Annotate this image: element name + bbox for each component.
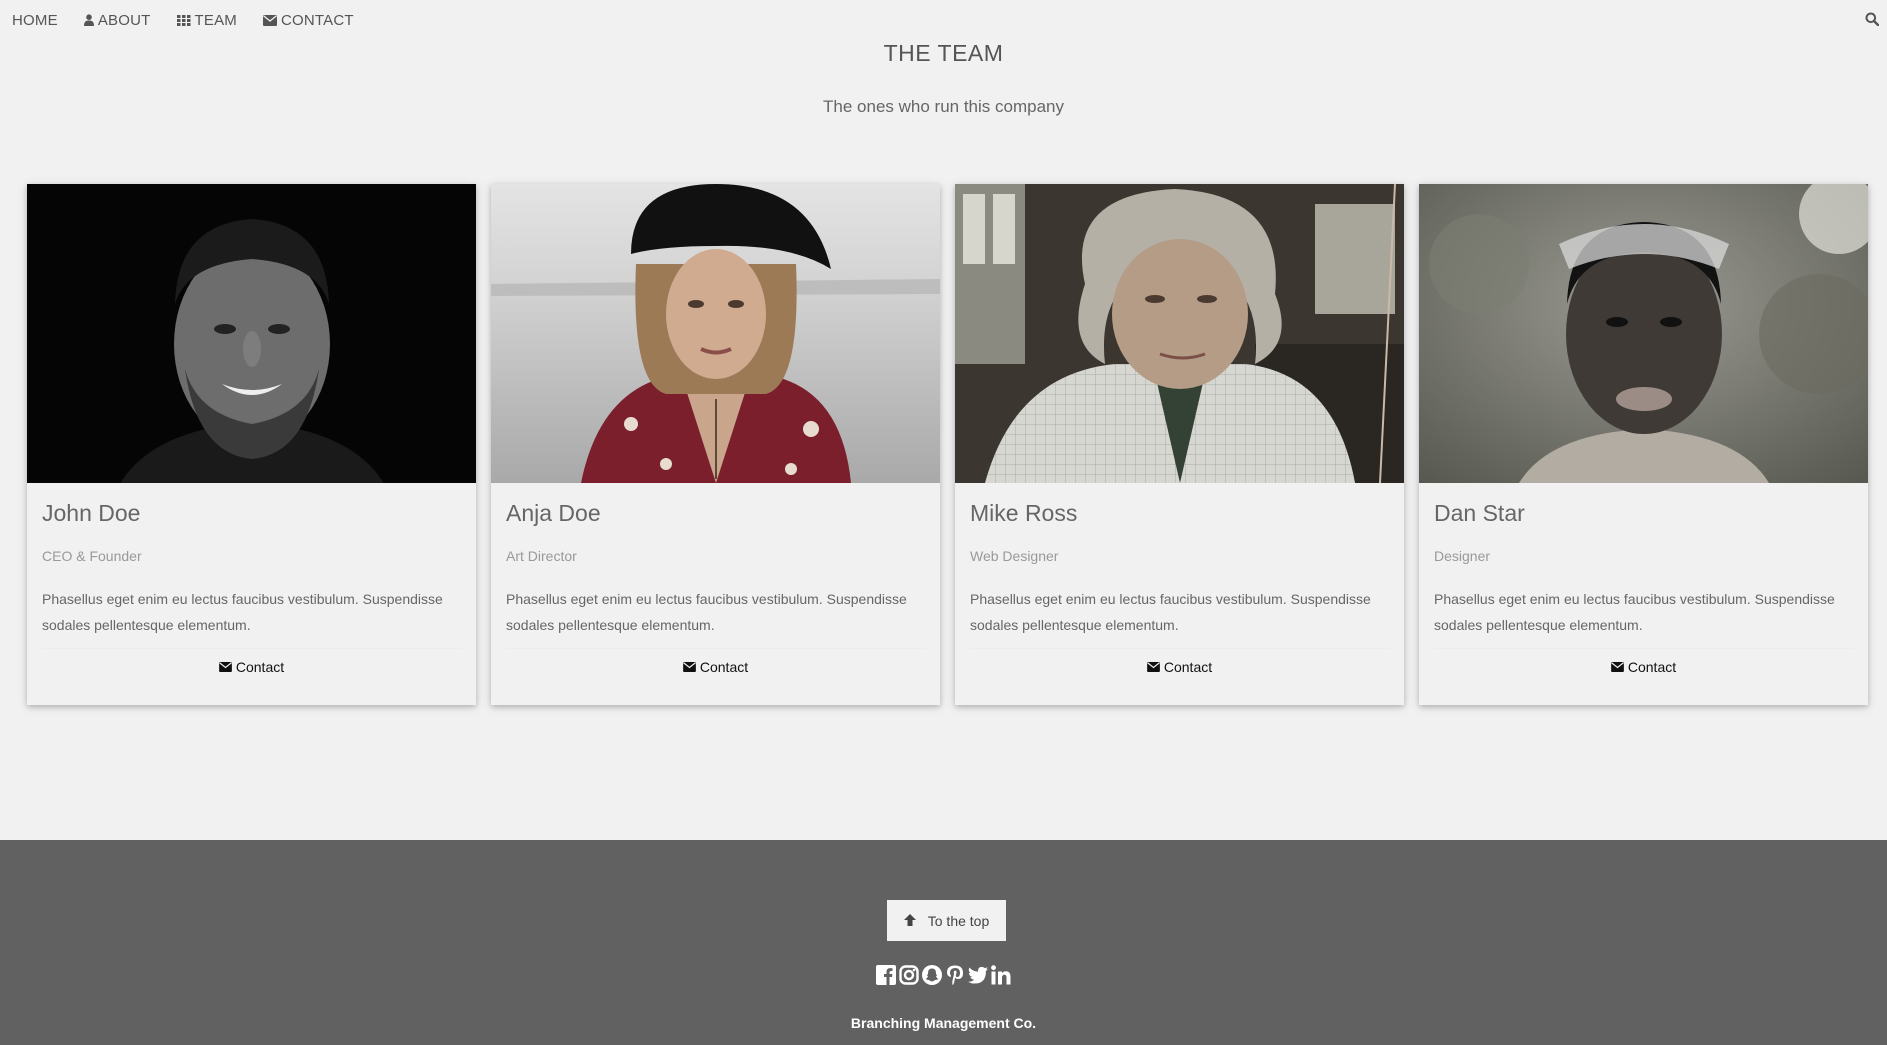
social-links — [0, 964, 1887, 986]
contact-button[interactable]: Contact — [970, 648, 1389, 684]
member-role: Designer — [1434, 548, 1491, 564]
user-icon — [83, 14, 94, 26]
team-member-photo — [27, 184, 476, 483]
pinterest-icon[interactable] — [945, 964, 965, 986]
team-card: Mike Ross Web Designer Phasellus eget en… — [955, 184, 1404, 705]
grid-icon — [176, 14, 191, 26]
member-name: Anja Doe — [506, 500, 601, 526]
instagram-icon[interactable] — [899, 964, 919, 986]
member-name: Mike Ross — [970, 500, 1078, 526]
team-cards: John Doe CEO & Founder Phasellus eget en… — [27, 184, 1868, 705]
nav-team[interactable]: TEAM — [165, 0, 251, 40]
nav-contact[interactable]: CONTACT — [251, 0, 368, 40]
team-card: Anja Doe Art Director Phasellus eget eni… — [491, 184, 940, 705]
linkedin-icon[interactable] — [991, 964, 1011, 986]
facebook-icon[interactable] — [876, 964, 896, 986]
team-card: John Doe CEO & Founder Phasellus eget en… — [27, 184, 476, 705]
member-description: Phasellus eget enim eu lectus faucibus v… — [42, 591, 443, 633]
envelope-icon — [219, 659, 232, 675]
member-role: Web Designer — [970, 548, 1059, 564]
nav-home[interactable]: HOME — [0, 0, 72, 40]
to-the-top-label: To the top — [927, 912, 990, 929]
envelope-icon — [262, 14, 277, 26]
contact-button-label: Contact — [699, 658, 749, 675]
member-description: Phasellus eget enim eu lectus faucibus v… — [506, 591, 907, 633]
member-name: John Doe — [42, 500, 141, 526]
footer: To the top Branching Management Co. — [0, 840, 1887, 1045]
member-description: Phasellus eget enim eu lectus faucibus v… — [970, 591, 1371, 633]
member-role: CEO & Founder — [42, 548, 142, 564]
contact-button-label: Contact — [235, 658, 285, 675]
team-member-photo — [1419, 184, 1868, 483]
nav-contact-label: CONTACT — [280, 11, 354, 29]
team-card: Dan Star Designer Phasellus eget enim eu… — [1419, 184, 1868, 705]
top-navigation: HOME ABOUT TEAM CONTACT — [0, 0, 1887, 40]
to-the-top-button[interactable]: To the top — [887, 900, 1006, 941]
contact-button[interactable]: Contact — [1434, 648, 1853, 684]
page-subtitle: The ones who run this company — [823, 97, 1064, 116]
company-name: Branching Management Co. — [850, 1015, 1037, 1031]
nav-about-label: ABOUT — [97, 11, 151, 29]
arrow-up-icon — [903, 913, 916, 929]
snapchat-icon[interactable] — [922, 964, 942, 986]
nav-team-label: TEAM — [194, 11, 237, 29]
member-description: Phasellus eget enim eu lectus faucibus v… — [1434, 591, 1835, 633]
envelope-icon — [683, 659, 696, 675]
envelope-icon — [1611, 659, 1624, 675]
member-name: Dan Star — [1434, 500, 1525, 526]
contact-button[interactable]: Contact — [42, 648, 461, 684]
twitter-icon[interactable] — [968, 964, 988, 986]
nav-about[interactable]: ABOUT — [72, 0, 165, 40]
contact-button[interactable]: Contact — [506, 648, 925, 684]
team-member-photo — [491, 184, 940, 483]
page-title: THE TEAM — [883, 40, 1004, 66]
team-member-photo — [955, 184, 1404, 483]
contact-button-label: Contact — [1163, 658, 1213, 675]
nav-home-label: HOME — [12, 11, 58, 29]
contact-button-label: Contact — [1627, 658, 1677, 675]
envelope-icon — [1147, 659, 1160, 675]
member-role: Art Director — [506, 548, 577, 564]
search-icon[interactable] — [1865, 12, 1881, 28]
